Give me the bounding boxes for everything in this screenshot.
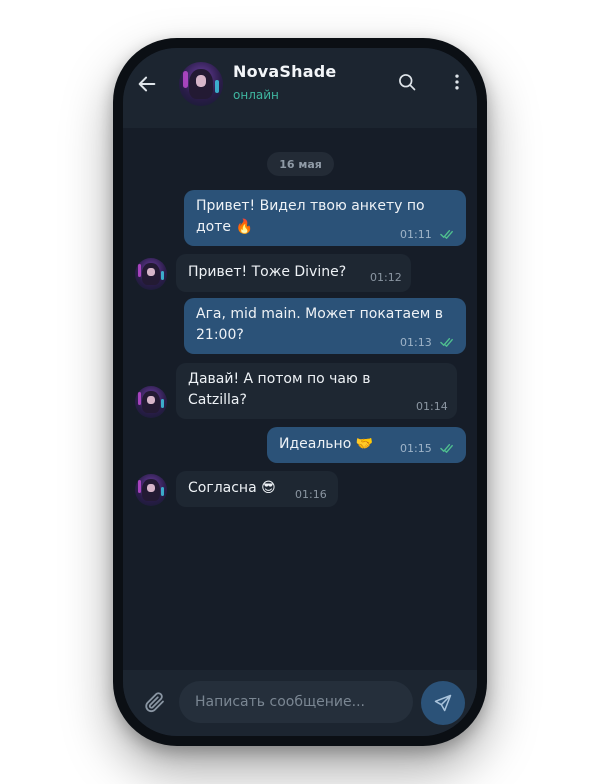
- message-bubble-outgoing[interactable]: Ага, mid main. Может покатаем в 21:00? 0…: [184, 298, 466, 354]
- send-icon: [434, 694, 452, 712]
- online-status: онлайн: [233, 88, 279, 102]
- contact-avatar[interactable]: [179, 62, 223, 106]
- contact-name[interactable]: NovaShade: [233, 62, 336, 81]
- attach-button[interactable]: [143, 690, 169, 716]
- message-input[interactable]: [179, 681, 413, 723]
- more-vertical-icon: [455, 74, 459, 90]
- message-bubble-incoming[interactable]: Давай! А потом по чаю в Catzilla? 01:14: [176, 363, 457, 419]
- send-button[interactable]: [421, 681, 465, 725]
- arrow-left-icon: [138, 76, 156, 92]
- paperclip-icon: [145, 692, 164, 713]
- message-bubble-incoming[interactable]: Согласна 😎 01:16: [176, 471, 338, 507]
- message-composer: [123, 670, 477, 736]
- sender-avatar[interactable]: [135, 386, 167, 418]
- message-text: Согласна 😎: [188, 480, 276, 496]
- back-button[interactable]: [133, 70, 161, 98]
- double-check-icon: [440, 444, 453, 453]
- message-time: 01:16: [295, 488, 327, 501]
- date-separator: 16 мая: [267, 152, 334, 176]
- double-check-icon: [440, 338, 453, 347]
- message-time: 01:14: [416, 400, 448, 413]
- message-bubble-outgoing[interactable]: Привет! Видел твою анкету по доте 🔥 01:1…: [184, 190, 466, 246]
- message-time: 01:13: [400, 336, 432, 349]
- sender-avatar[interactable]: [135, 474, 167, 506]
- message-time: 01:11: [400, 228, 432, 241]
- search-icon: [399, 74, 416, 91]
- search-button[interactable]: [395, 70, 419, 94]
- sender-avatar[interactable]: [135, 258, 167, 290]
- message-text: Привет! Тоже Divine?: [188, 264, 347, 280]
- message-time: 01:12: [370, 271, 402, 284]
- message-text: Идеально 🤝: [279, 436, 374, 452]
- message-bubble-outgoing[interactable]: Идеально 🤝 01:15: [267, 427, 466, 463]
- chat-header: NovaShade онлайн: [123, 48, 477, 128]
- more-menu-button[interactable]: [445, 70, 469, 94]
- phone-frame: NovaShade онлайн 16 мая Привет! Видел тв…: [113, 38, 487, 746]
- double-check-icon: [440, 230, 453, 239]
- chat-screen: NovaShade онлайн 16 мая Привет! Видел тв…: [123, 48, 477, 736]
- message-time: 01:15: [400, 442, 432, 455]
- message-text: Давай! А потом по чаю в Catzilla?: [188, 371, 371, 408]
- message-bubble-incoming[interactable]: Привет! Тоже Divine? 01:12: [176, 254, 411, 292]
